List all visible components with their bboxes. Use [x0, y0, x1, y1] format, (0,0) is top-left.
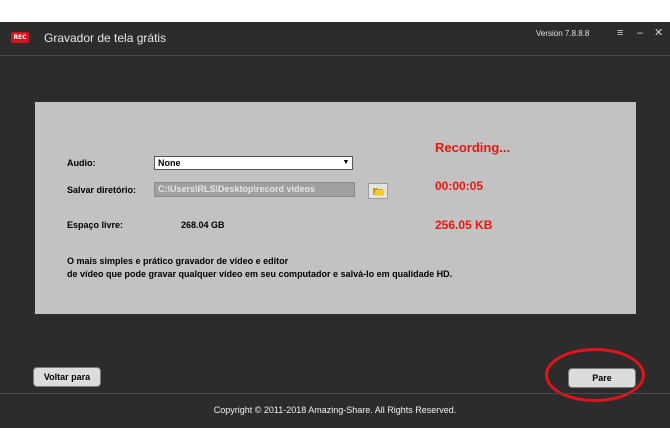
recording-panel: Audio: None ▼ Salvar diretório: C:\Users… — [35, 102, 636, 314]
audio-label: Audio: — [67, 158, 96, 168]
copyright-text: Copyright © 2011-2018 Amazing-Share. All… — [213, 405, 457, 415]
description-line-2: de vídeo que pode gravar qualquer vídeo … — [67, 269, 453, 279]
free-space-label: Espaço livre: — [67, 220, 124, 230]
minimize-button[interactable]: – — [637, 26, 643, 40]
rec-logo-icon: REC — [11, 32, 29, 43]
file-size: 256.05 KB — [435, 218, 493, 232]
back-button[interactable]: Voltar para — [33, 367, 101, 387]
audio-select[interactable]: None ▼ — [154, 156, 353, 170]
save-dir-label: Salvar diretório: — [67, 185, 137, 195]
browse-folder-button[interactable] — [368, 183, 388, 199]
description-line-1: O mais simples e prático gravador de víd… — [67, 256, 289, 266]
settings-menu-button[interactable]: ≡ — [617, 26, 623, 40]
free-space-value: 268.04 GB — [181, 220, 225, 230]
save-dir-field[interactable]: C:\Users\RLS\Desktop\record videos — [154, 182, 355, 197]
version-label: Version 7.8.8.8 — [536, 29, 590, 38]
title-bar: REC Gravador de tela grátis Version 7.8.… — [0, 22, 670, 54]
dropdown-arrow-icon[interactable]: ▼ — [341, 158, 351, 168]
footer-divider — [0, 393, 670, 394]
app-title: Gravador de tela grátis — [44, 31, 167, 45]
title-divider — [0, 55, 670, 56]
audio-select-value: None — [158, 158, 181, 168]
folder-open-icon — [373, 188, 385, 196]
close-button[interactable]: ✕ — [654, 26, 663, 40]
app-window: REC Gravador de tela grátis Version 7.8.… — [0, 22, 670, 428]
recording-status: Recording... — [435, 140, 511, 155]
elapsed-time: 00:00:05 — [435, 179, 484, 193]
